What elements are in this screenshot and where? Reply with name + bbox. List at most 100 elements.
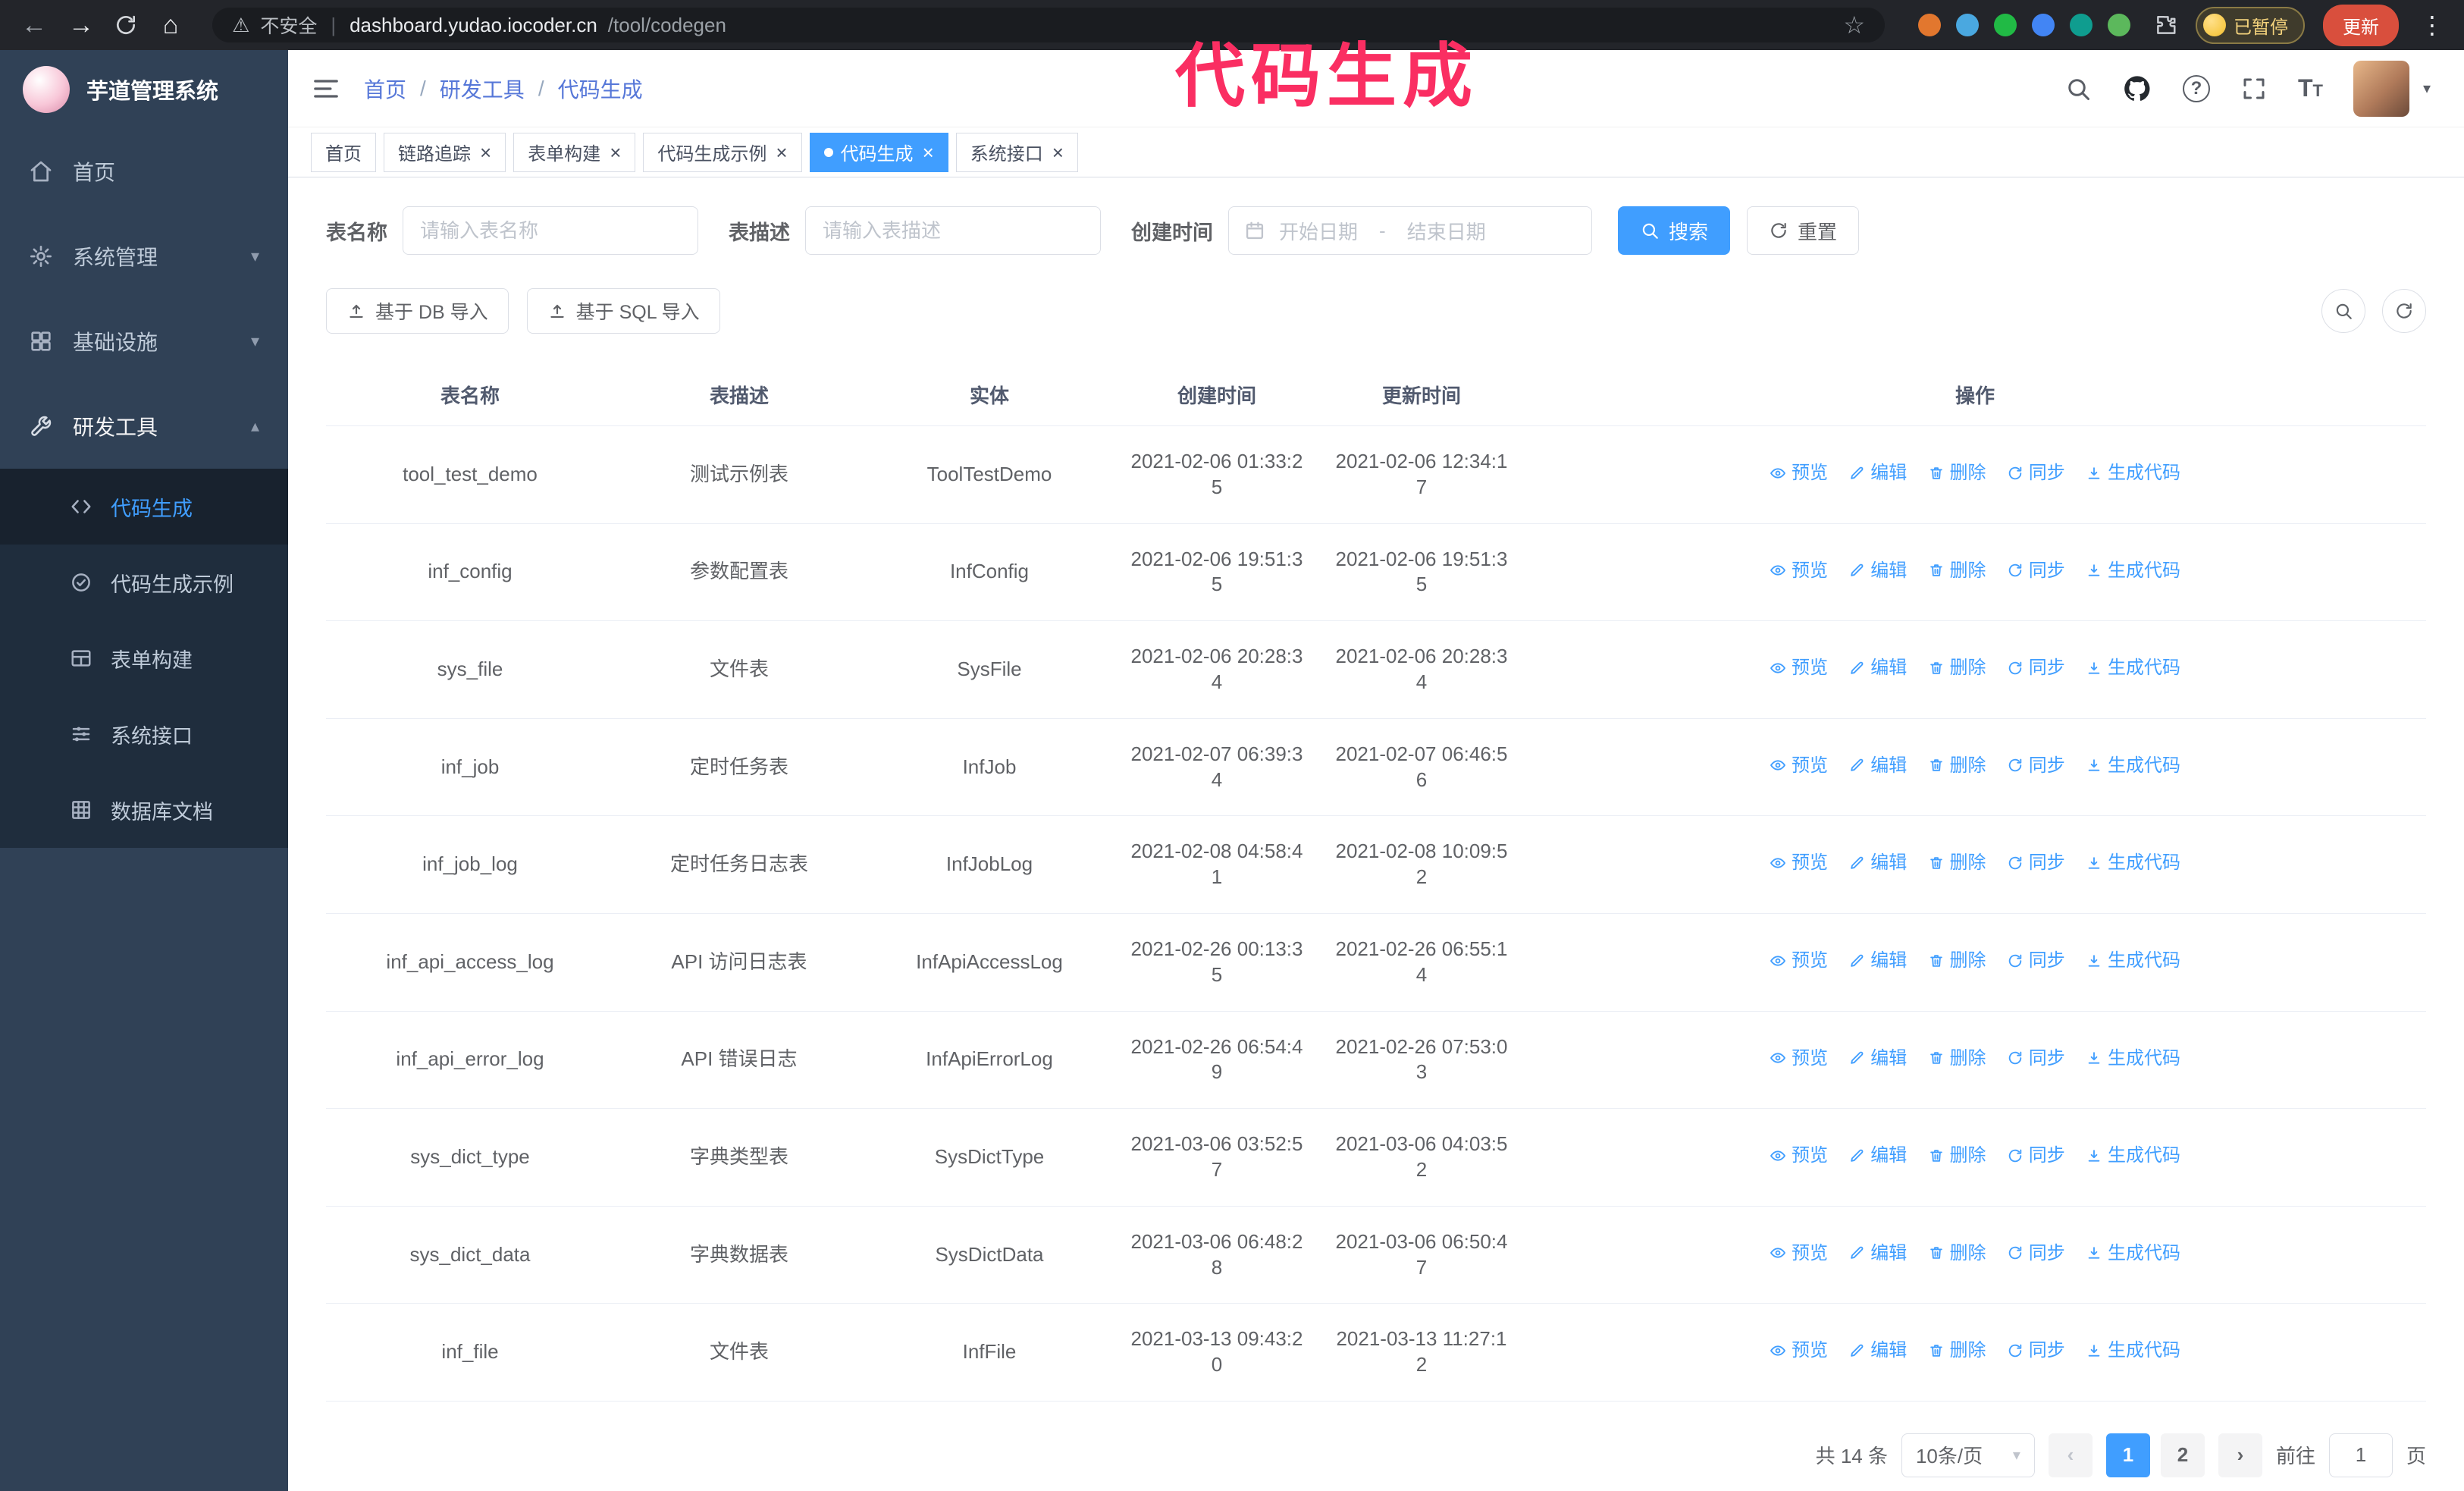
edit-link[interactable]: 编辑 [1848, 1339, 1907, 1362]
sync-link[interactable]: 同步 [2007, 1047, 2065, 1070]
extensions-puzzle-icon[interactable] [2155, 14, 2177, 36]
header-search-icon[interactable] [2064, 75, 2092, 102]
edit-link[interactable]: 编辑 [1848, 1047, 1907, 1070]
breadcrumb-item[interactable]: 代码生成 [558, 74, 643, 104]
next-page-button[interactable]: › [2218, 1433, 2262, 1477]
delete-link[interactable]: 删除 [1928, 949, 1986, 972]
tab-close-icon[interactable]: × [610, 143, 621, 162]
delete-link[interactable]: 删除 [1928, 656, 1986, 680]
sidebar-item-system[interactable]: 系统管理 ▾ [0, 214, 288, 299]
edit-link[interactable]: 编辑 [1848, 461, 1907, 485]
tab-首页[interactable]: 首页 [311, 132, 376, 172]
delete-link[interactable]: 删除 [1928, 754, 1986, 777]
avatar-caret-icon[interactable]: ▾ [2423, 79, 2431, 98]
generate-code-link[interactable]: 生成代码 [2086, 461, 2180, 485]
prev-page-button[interactable]: ‹ [2048, 1433, 2093, 1477]
import-db-button[interactable]: 基于 DB 导入 [326, 288, 509, 334]
goto-page-input[interactable] [2328, 1433, 2393, 1477]
address-bar[interactable]: ⚠ 不安全 | dashboard.yudao.iocoder.cn /tool… [212, 8, 1885, 42]
tab-close-icon[interactable]: × [480, 143, 491, 162]
app-logo[interactable]: 芋道管理系统 [0, 50, 288, 129]
generate-code-link[interactable]: 生成代码 [2086, 1144, 2180, 1167]
sidebar-subitem-db-doc[interactable]: 数据库文档 [0, 772, 288, 848]
home-icon[interactable]: ⌂ [156, 11, 185, 40]
delete-link[interactable]: 删除 [1928, 559, 1986, 582]
preview-link[interactable]: 预览 [1770, 851, 1828, 874]
refresh-table-button[interactable] [2382, 289, 2426, 333]
edit-link[interactable]: 编辑 [1848, 949, 1907, 972]
toggle-search-button[interactable] [2321, 289, 2365, 333]
sidebar-subitem-form-builder[interactable]: 表单构建 [0, 620, 288, 696]
preview-link[interactable]: 预览 [1770, 1241, 1828, 1265]
reload-icon[interactable] [114, 13, 138, 37]
help-icon[interactable]: ? [2182, 74, 2210, 102]
preview-link[interactable]: 预览 [1770, 656, 1828, 680]
browser-menu-icon[interactable]: ⋮ [2420, 11, 2444, 39]
extension-orange-icon[interactable] [1918, 14, 1941, 36]
extension-lime-icon[interactable] [2108, 14, 2130, 36]
generate-code-link[interactable]: 生成代码 [2086, 851, 2180, 874]
date-range-picker[interactable]: 开始日期 - 结束日期 [1228, 206, 1592, 255]
tab-close-icon[interactable]: × [923, 143, 934, 162]
sidebar-item-infra[interactable]: 基础设施 ▾ [0, 299, 288, 384]
back-icon[interactable]: ← [20, 11, 49, 40]
preview-link[interactable]: 预览 [1770, 1047, 1828, 1070]
extension-green-icon[interactable] [1994, 14, 2017, 36]
tab-代码生成示例[interactable]: 代码生成示例 × [643, 132, 802, 172]
sync-link[interactable]: 同步 [2007, 1339, 2065, 1362]
tab-链路追踪[interactable]: 链路追踪 × [384, 132, 506, 172]
tab-close-icon[interactable]: × [1052, 143, 1064, 162]
delete-link[interactable]: 删除 [1928, 1339, 1986, 1362]
extension-teal-icon[interactable] [2070, 14, 2093, 36]
sidebar-item-devtools[interactable]: 研发工具 ▴ [0, 384, 288, 469]
extension-blue-icon[interactable] [1956, 14, 1979, 36]
preview-link[interactable]: 预览 [1770, 949, 1828, 972]
sync-link[interactable]: 同步 [2007, 559, 2065, 582]
hamburger-icon[interactable] [311, 74, 341, 104]
bookmark-star-icon[interactable]: ☆ [1843, 11, 1865, 39]
delete-link[interactable]: 删除 [1928, 1144, 1986, 1167]
breadcrumb-item[interactable]: 研发工具 [440, 74, 525, 104]
generate-code-link[interactable]: 生成代码 [2086, 559, 2180, 582]
font-size-icon[interactable]: TT [2298, 74, 2323, 102]
edit-link[interactable]: 编辑 [1848, 1241, 1907, 1265]
delete-link[interactable]: 删除 [1928, 1241, 1986, 1265]
page-button-2[interactable]: 2 [2160, 1433, 2205, 1477]
reset-button[interactable]: 重置 [1747, 206, 1860, 255]
sidebar-subitem-codegen[interactable]: 代码生成 [0, 469, 288, 545]
sync-link[interactable]: 同步 [2007, 851, 2065, 874]
preview-link[interactable]: 预览 [1770, 461, 1828, 485]
tab-系统接口[interactable]: 系统接口 × [955, 132, 1078, 172]
preview-link[interactable]: 预览 [1770, 559, 1828, 582]
fullscreen-icon[interactable] [2240, 75, 2268, 102]
sync-link[interactable]: 同步 [2007, 949, 2065, 972]
sync-link[interactable]: 同步 [2007, 1144, 2065, 1167]
sync-link[interactable]: 同步 [2007, 461, 2065, 485]
edit-link[interactable]: 编辑 [1848, 1144, 1907, 1167]
preview-link[interactable]: 预览 [1770, 754, 1828, 777]
sync-link[interactable]: 同步 [2007, 1241, 2065, 1265]
edit-link[interactable]: 编辑 [1848, 656, 1907, 680]
delete-link[interactable]: 删除 [1928, 1047, 1986, 1070]
generate-code-link[interactable]: 生成代码 [2086, 656, 2180, 680]
table-desc-input[interactable] [805, 206, 1101, 255]
preview-link[interactable]: 预览 [1770, 1339, 1828, 1362]
github-icon[interactable] [2122, 74, 2152, 104]
import-sql-button[interactable]: 基于 SQL 导入 [526, 288, 720, 334]
sync-link[interactable]: 同步 [2007, 754, 2065, 777]
paused-badge[interactable]: 已暂停 [2196, 6, 2305, 44]
generate-code-link[interactable]: 生成代码 [2086, 949, 2180, 972]
delete-link[interactable]: 删除 [1928, 461, 1986, 485]
edit-link[interactable]: 编辑 [1848, 851, 1907, 874]
tab-表单构建[interactable]: 表单构建 × [513, 132, 636, 172]
tab-代码生成[interactable]: 代码生成 × [809, 132, 948, 172]
update-button[interactable]: 更新 [2323, 4, 2399, 46]
extension-indigo-icon[interactable] [2032, 14, 2055, 36]
page-size-select[interactable]: 10条/页 ▾ [1901, 1433, 2035, 1477]
edit-link[interactable]: 编辑 [1848, 559, 1907, 582]
sidebar-subitem-codegen-demo[interactable]: 代码生成示例 [0, 545, 288, 620]
breadcrumb-item[interactable]: 首页 [364, 74, 406, 104]
sync-link[interactable]: 同步 [2007, 656, 2065, 680]
preview-link[interactable]: 预览 [1770, 1144, 1828, 1167]
sidebar-item-home[interactable]: 首页 [0, 129, 288, 214]
